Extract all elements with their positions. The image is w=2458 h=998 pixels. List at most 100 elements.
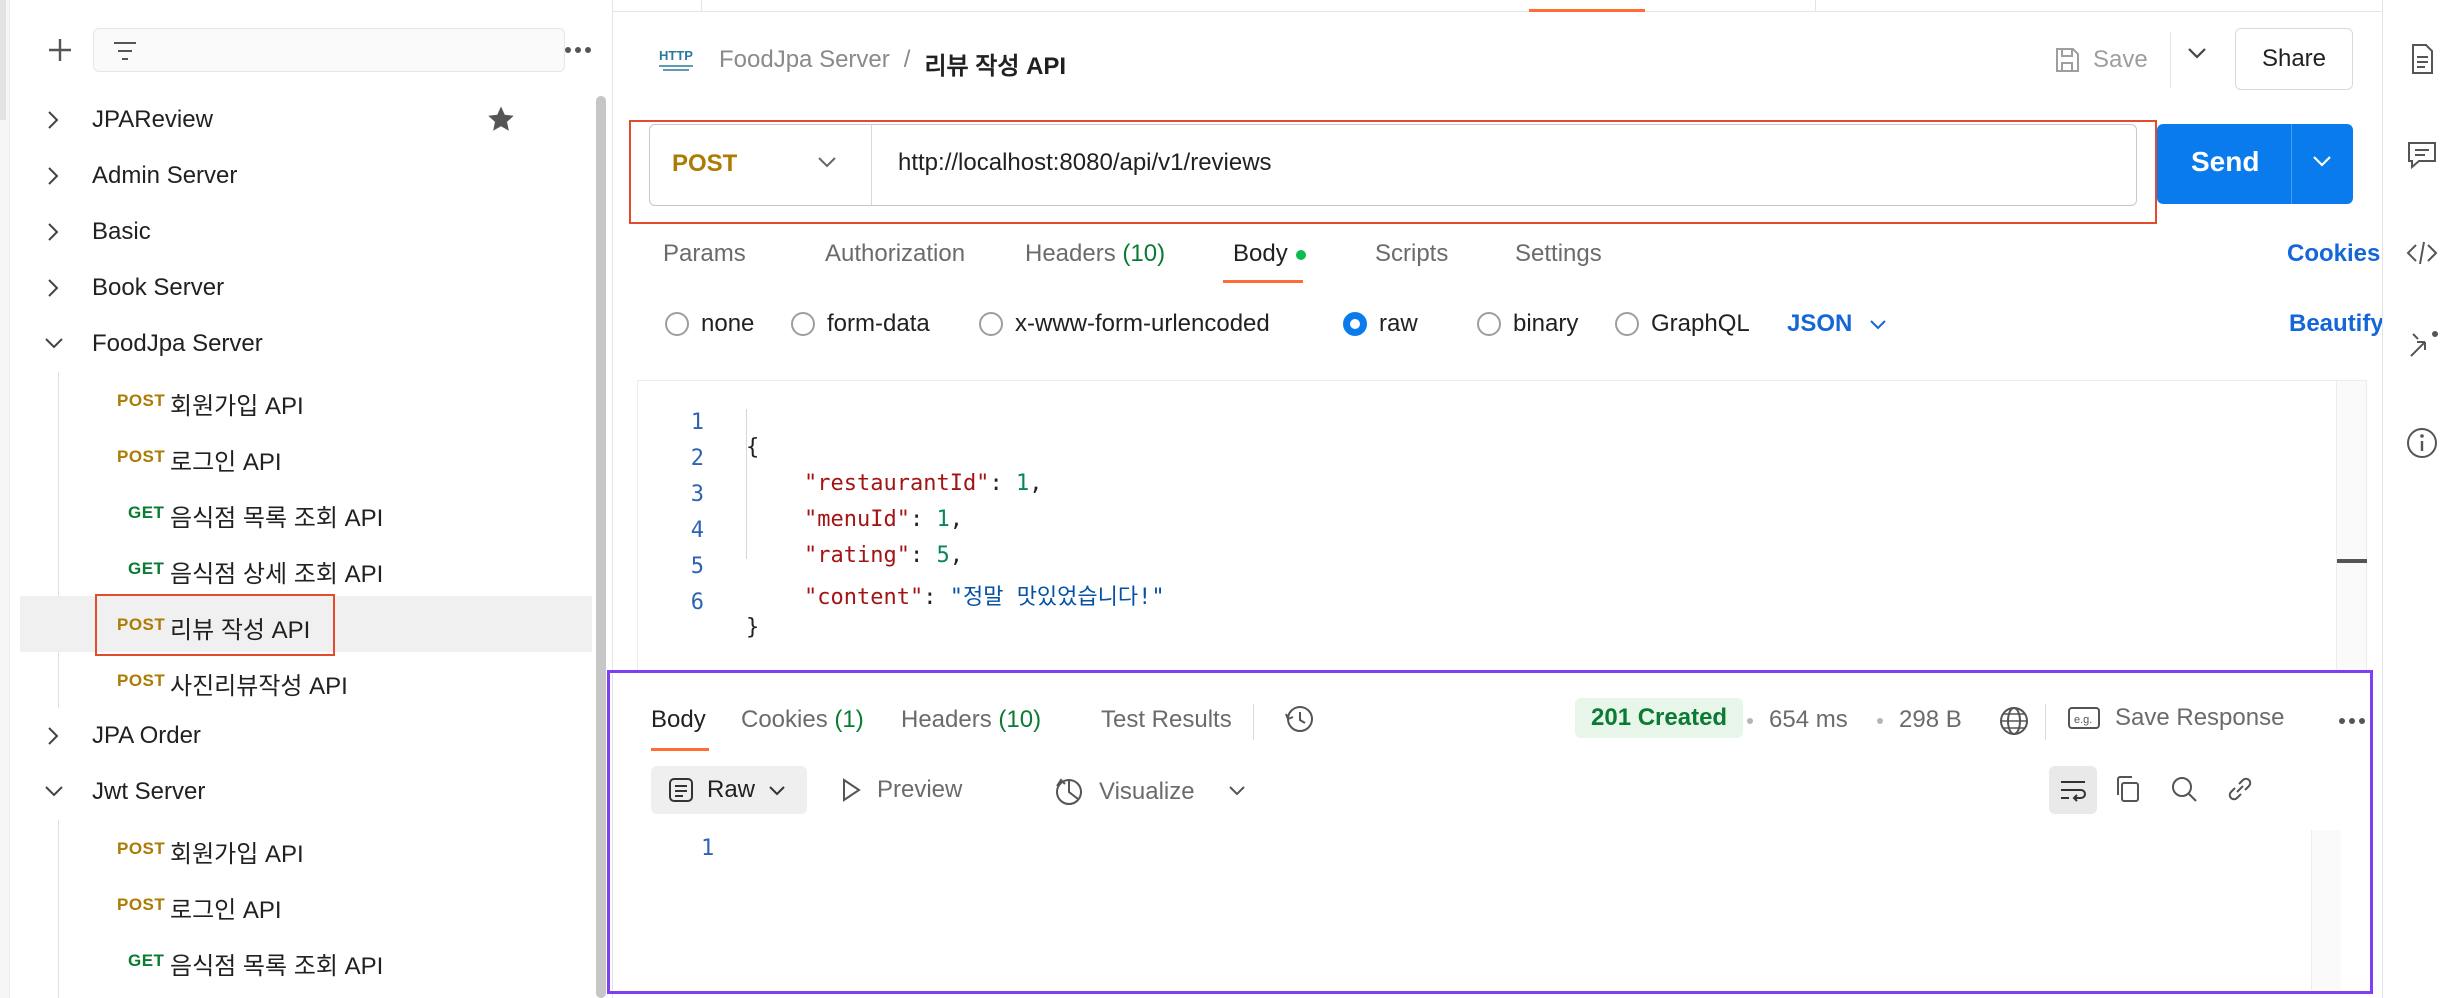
folder-foodjpa-server[interactable]: FoodJpa Server	[20, 316, 592, 372]
response-time[interactable]: 654 ms	[1769, 706, 1848, 734]
response-body-viewer[interactable]: 1	[651, 830, 2341, 990]
preview-label: Preview	[877, 776, 963, 803]
folder-jwt-server[interactable]: Jwt Server	[20, 764, 592, 820]
request-item[interactable]: POST 사진리뷰작성 API	[20, 652, 592, 708]
folder-basic[interactable]: Basic	[20, 204, 592, 260]
method-value: POST	[672, 150, 738, 177]
sidebar-scrollbar-thumb[interactable]	[596, 96, 606, 998]
radio-binary[interactable]: binary	[1477, 310, 1578, 338]
search-icon[interactable]	[2169, 774, 2199, 804]
tab-params[interactable]: Params	[663, 240, 746, 268]
svg-text:e.g.: e.g.	[2074, 714, 2092, 726]
radio-label: form-data	[827, 310, 930, 337]
chevron-right-icon	[46, 164, 60, 188]
link-icon[interactable]	[2225, 774, 2255, 804]
request-item[interactable]: GET 음식점 상세 조회 API	[20, 540, 592, 596]
chevron-down-icon[interactable]	[1227, 784, 1247, 796]
folder-book-server[interactable]: Book Server	[20, 260, 592, 316]
radio-form-data[interactable]: form-data	[791, 310, 930, 338]
radio-graphql[interactable]: GraphQL	[1615, 310, 1750, 338]
breadcrumb-current[interactable]: 리뷰 작성 API	[924, 46, 1066, 81]
cookies-link[interactable]: Cookies	[2287, 240, 2380, 268]
code-line: 3 "menuId": 1,	[638, 457, 963, 532]
chevron-right-icon	[46, 276, 60, 300]
radio-circle	[665, 312, 689, 336]
code-icon[interactable]	[2405, 236, 2439, 270]
tab-body[interactable]: Body	[1233, 240, 1306, 268]
save-response-button[interactable]: e.g. Save Response	[2067, 704, 2284, 732]
response-scrollbar[interactable]	[2311, 830, 2341, 990]
info-icon[interactable]	[2405, 426, 2439, 460]
url-input[interactable]: http://localhost:8080/api/v1/reviews	[898, 149, 1272, 177]
sidebar-scrollbar[interactable]	[596, 96, 606, 998]
send-button[interactable]: Send	[2157, 124, 2353, 204]
beautify-button[interactable]: Beautify	[2289, 310, 2384, 338]
send-options-chevron-icon[interactable]	[2311, 154, 2333, 168]
json-trail: ,	[949, 543, 963, 568]
request-item[interactable]: POST 회원가입 API	[20, 372, 592, 428]
documentation-icon[interactable]	[2405, 42, 2439, 76]
sidebar-edge	[0, 0, 10, 998]
visualize-button[interactable]: Visualize	[1053, 776, 1195, 808]
comments-icon[interactable]	[2405, 138, 2439, 172]
meta-separator-dot	[1877, 718, 1883, 724]
method-badge: GET	[128, 951, 165, 970]
more-horizontal-icon[interactable]	[558, 30, 598, 70]
filter-input[interactable]	[93, 28, 565, 72]
view-mode-select[interactable]: Raw	[651, 766, 807, 814]
save-options-chevron-icon[interactable]	[2185, 46, 2209, 60]
tab-headers[interactable]: Headers (10)	[1025, 240, 1165, 268]
history-icon[interactable]	[1283, 702, 1317, 736]
more-horizontal-icon[interactable]	[2337, 706, 2367, 736]
radio-label: raw	[1379, 310, 1418, 337]
response-size[interactable]: 298 B	[1899, 706, 1962, 734]
status-badge[interactable]: 201 Created	[1575, 698, 1744, 738]
plus-icon[interactable]	[40, 30, 80, 70]
chevron-right-icon	[46, 108, 60, 132]
tab-authorization[interactable]: Authorization	[825, 240, 965, 268]
tab-settings[interactable]: Settings	[1515, 240, 1602, 268]
radio-circle	[1477, 312, 1501, 336]
active-tab-underline	[1223, 280, 1303, 283]
folder-jpa-order[interactable]: JPA Order	[20, 708, 592, 764]
format-select[interactable]: JSON	[1787, 310, 1888, 338]
folder-jpareview[interactable]: JPAReview	[20, 92, 592, 148]
radio-urlencoded[interactable]: x-www-form-urlencoded	[979, 310, 1270, 338]
response-tab-test-results[interactable]: Test Results	[1101, 706, 1232, 734]
response-tab-body[interactable]: Body	[651, 706, 706, 734]
radio-none[interactable]: none	[665, 310, 754, 338]
visualize-label: Visualize	[1099, 778, 1195, 805]
request-item[interactable]: POST 로그인 API	[20, 428, 592, 484]
star-icon[interactable]	[486, 104, 516, 134]
save-button[interactable]: Save	[2053, 38, 2148, 82]
breadcrumb-parent[interactable]: FoodJpa Server	[719, 46, 890, 81]
tab-count: (10)	[998, 706, 1042, 733]
radio-raw[interactable]: raw	[1343, 310, 1418, 338]
body-editor[interactable]: 1 { 2 "restaurantId": 1, 3 "menuId": 1, …	[637, 380, 2367, 671]
sidebar-edge-grip[interactable]	[0, 0, 6, 120]
response-tab-cookies[interactable]: Cookies (1)	[741, 706, 864, 734]
folder-label: FoodJpa Server	[92, 330, 263, 357]
related-collections-icon[interactable]	[2405, 328, 2439, 362]
method-badge: POST	[117, 895, 166, 914]
editor-scrollbar[interactable]	[2336, 381, 2367, 671]
globe-icon[interactable]	[1997, 704, 2031, 738]
tab-scripts[interactable]: Scripts	[1375, 240, 1448, 268]
request-item[interactable]: POST 로그인 API	[20, 876, 592, 932]
code-line: 2 "restaurantId": 1,	[638, 421, 1043, 496]
request-item[interactable]: GET 음식점 목록 조회 API	[20, 484, 592, 540]
share-button[interactable]: Share	[2235, 28, 2353, 90]
json-value: 1	[936, 507, 950, 532]
response-tab-headers[interactable]: Headers (10)	[901, 706, 1041, 734]
http-icon: HTTP	[657, 44, 697, 74]
copy-icon[interactable]	[2113, 774, 2143, 804]
method-select[interactable]: POST	[650, 125, 872, 205]
radio-circle	[791, 312, 815, 336]
request-item[interactable]: POST 회원가입 API	[20, 820, 592, 876]
wrap-lines-icon[interactable]	[2049, 766, 2097, 814]
request-item[interactable]: GET 음식점 목록 조회 API	[20, 932, 592, 988]
folder-admin-server[interactable]: Admin Server	[20, 148, 592, 204]
radio-label: none	[701, 310, 755, 337]
code-line: 6 }	[638, 565, 760, 640]
preview-button[interactable]: Preview	[839, 776, 962, 804]
